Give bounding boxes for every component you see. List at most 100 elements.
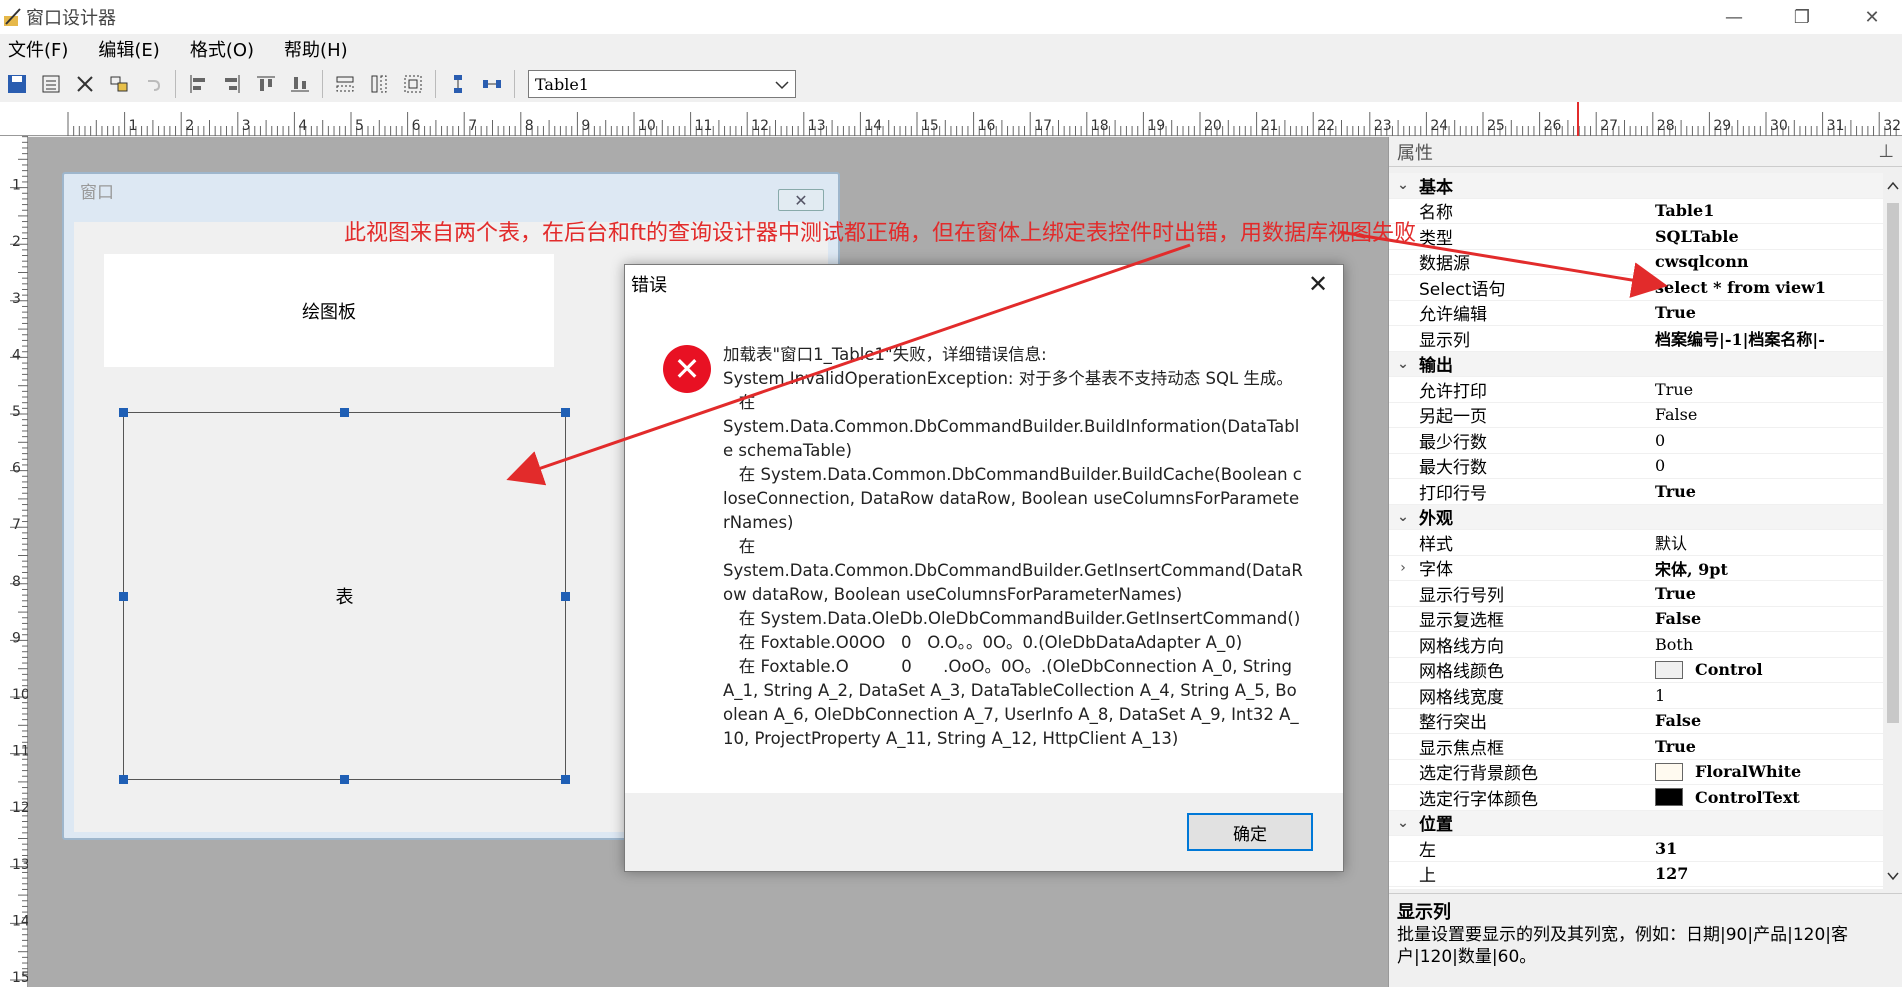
property-row[interactable]: 名称 Table1 bbox=[1389, 199, 1883, 224]
dialog-close-button[interactable]: ✕ bbox=[1303, 269, 1333, 299]
property-value-text: cwsqlconn bbox=[1655, 252, 1749, 272]
property-row[interactable]: 上 127 bbox=[1389, 862, 1883, 887]
property-row[interactable]: 网格线颜色 Control bbox=[1389, 658, 1883, 683]
property-value[interactable]: select * from view1 bbox=[1655, 278, 1883, 297]
vertical-spacing-icon[interactable] bbox=[444, 70, 472, 98]
property-grid-scrollbar[interactable] bbox=[1883, 173, 1902, 889]
property-row[interactable]: 数据源 cwsqlconn bbox=[1389, 250, 1883, 275]
same-width-icon[interactable] bbox=[331, 70, 359, 98]
align-bottom-icon[interactable] bbox=[286, 70, 314, 98]
minimize-button[interactable]: — bbox=[1706, 0, 1762, 34]
property-value[interactable]: True bbox=[1655, 482, 1883, 501]
undo-icon[interactable] bbox=[139, 70, 167, 98]
ruler-label: 30 bbox=[1770, 118, 1788, 134]
menu-format[interactable]: 格式(O) bbox=[190, 36, 254, 62]
property-row[interactable]: 选定行背景颜色 FloralWhite bbox=[1389, 760, 1883, 785]
resize-handle[interactable] bbox=[561, 775, 570, 784]
property-row[interactable]: 整行突出 False bbox=[1389, 709, 1883, 734]
resize-handle[interactable] bbox=[561, 408, 570, 417]
property-value[interactable]: 1 bbox=[1655, 686, 1883, 705]
ruler-label: 2 bbox=[12, 234, 21, 250]
property-value[interactable]: 127 bbox=[1655, 864, 1883, 883]
property-row[interactable]: › 字体 宋体, 9pt bbox=[1389, 556, 1883, 581]
property-value[interactable]: 档案编号|-1|档案名称|- bbox=[1655, 326, 1883, 350]
expand-icon[interactable]: › bbox=[1389, 560, 1417, 576]
property-row[interactable]: 最大行数 0 bbox=[1389, 454, 1883, 479]
align-right-icon[interactable] bbox=[218, 70, 246, 98]
property-value[interactable]: ControlText bbox=[1655, 788, 1883, 807]
property-value[interactable]: True bbox=[1655, 737, 1883, 756]
property-value[interactable]: 31 bbox=[1655, 839, 1883, 858]
align-left-icon[interactable] bbox=[184, 70, 212, 98]
menu-file[interactable]: 文件(F) bbox=[8, 36, 68, 62]
close-button[interactable]: ✕ bbox=[1844, 0, 1900, 34]
align-top-icon[interactable] bbox=[252, 70, 280, 98]
property-row[interactable]: 显示列 档案编号|-1|档案名称|- bbox=[1389, 326, 1883, 352]
property-value[interactable]: True bbox=[1655, 584, 1883, 603]
copy-format-icon[interactable] bbox=[105, 70, 133, 98]
property-value[interactable]: False bbox=[1655, 711, 1883, 730]
drawboard-control[interactable]: 绘图板 bbox=[104, 254, 554, 367]
property-category[interactable]: ⌄ 外观 bbox=[1389, 504, 1883, 530]
property-value[interactable]: 默认 bbox=[1655, 530, 1883, 554]
menu-help[interactable]: 帮助(H) bbox=[284, 36, 348, 62]
collapse-icon[interactable]: ⌄ bbox=[1389, 356, 1417, 372]
resize-handle[interactable] bbox=[340, 408, 349, 417]
property-value[interactable]: 宋体, 9pt bbox=[1655, 556, 1883, 580]
resize-handle[interactable] bbox=[119, 408, 128, 417]
property-value[interactable]: True bbox=[1655, 380, 1883, 399]
form-close-button[interactable]: ✕ bbox=[778, 189, 824, 211]
collapse-icon[interactable]: ⌄ bbox=[1389, 509, 1417, 525]
property-category[interactable]: ⌄ 输出 bbox=[1389, 351, 1883, 377]
pin-icon[interactable]: ⊥ bbox=[1878, 141, 1894, 162]
property-value[interactable]: Both bbox=[1655, 635, 1883, 654]
menu-edit[interactable]: 编辑(E) bbox=[98, 36, 159, 62]
property-row[interactable]: 另起一页 False bbox=[1389, 403, 1883, 428]
property-row[interactable]: 允许打印 True bbox=[1389, 377, 1883, 403]
property-row[interactable]: 样式 默认 bbox=[1389, 530, 1883, 556]
control-selector-combo[interactable]: Table1 bbox=[528, 70, 796, 98]
property-row[interactable]: 最少行数 0 bbox=[1389, 428, 1883, 454]
property-row[interactable]: Select语句 select * from view1 bbox=[1389, 275, 1883, 301]
resize-handle[interactable] bbox=[119, 775, 128, 784]
restore-button[interactable]: ❐ bbox=[1774, 0, 1830, 34]
property-value[interactable]: FloralWhite bbox=[1655, 762, 1883, 781]
same-size-icon[interactable] bbox=[399, 70, 427, 98]
property-value[interactable]: Control bbox=[1655, 660, 1883, 679]
resize-handle[interactable] bbox=[119, 592, 128, 601]
horizontal-spacing-icon[interactable] bbox=[478, 70, 506, 98]
property-row[interactable]: 允许编辑 True bbox=[1389, 301, 1883, 326]
property-row[interactable]: 类型 SQLTable bbox=[1389, 224, 1883, 250]
property-value[interactable]: Table1 bbox=[1655, 201, 1883, 220]
property-value[interactable]: 0 bbox=[1655, 431, 1883, 450]
property-row[interactable]: 网格线宽度 1 bbox=[1389, 683, 1883, 709]
save-icon[interactable] bbox=[3, 70, 31, 98]
error-icon: ✕ bbox=[663, 345, 711, 393]
property-value[interactable]: SQLTable bbox=[1655, 227, 1883, 246]
table-control[interactable]: 表 bbox=[123, 412, 566, 780]
property-value[interactable]: False bbox=[1655, 405, 1883, 424]
property-value[interactable]: False bbox=[1655, 609, 1883, 628]
list-icon[interactable] bbox=[37, 70, 65, 98]
property-value-text: 127 bbox=[1655, 864, 1689, 884]
property-row[interactable]: 左 31 bbox=[1389, 836, 1883, 862]
ok-button[interactable]: 确定 bbox=[1187, 813, 1313, 851]
resize-handle[interactable] bbox=[561, 592, 570, 601]
same-height-icon[interactable] bbox=[365, 70, 393, 98]
property-value[interactable]: cwsqlconn bbox=[1655, 252, 1883, 271]
property-row[interactable]: 显示复选框 False bbox=[1389, 607, 1883, 632]
property-name: Select语句 bbox=[1419, 279, 1506, 300]
collapse-icon[interactable]: ⌄ bbox=[1389, 815, 1417, 831]
property-category[interactable]: ⌄ 基本 bbox=[1389, 173, 1883, 199]
delete-icon[interactable] bbox=[71, 70, 99, 98]
collapse-icon[interactable]: ⌄ bbox=[1389, 177, 1417, 193]
property-row[interactable]: 显示行号列 True bbox=[1389, 581, 1883, 607]
resize-handle[interactable] bbox=[340, 775, 349, 784]
property-row[interactable]: 显示焦点框 True bbox=[1389, 734, 1883, 760]
property-row[interactable]: 选定行字体颜色 ControlText bbox=[1389, 785, 1883, 811]
property-row[interactable]: 网格线方向 Both bbox=[1389, 632, 1883, 658]
property-category[interactable]: ⌄ 位置 bbox=[1389, 810, 1883, 836]
property-value[interactable]: 0 bbox=[1655, 456, 1883, 475]
property-value[interactable]: True bbox=[1655, 303, 1883, 322]
property-row[interactable]: 打印行号 True bbox=[1389, 479, 1883, 505]
